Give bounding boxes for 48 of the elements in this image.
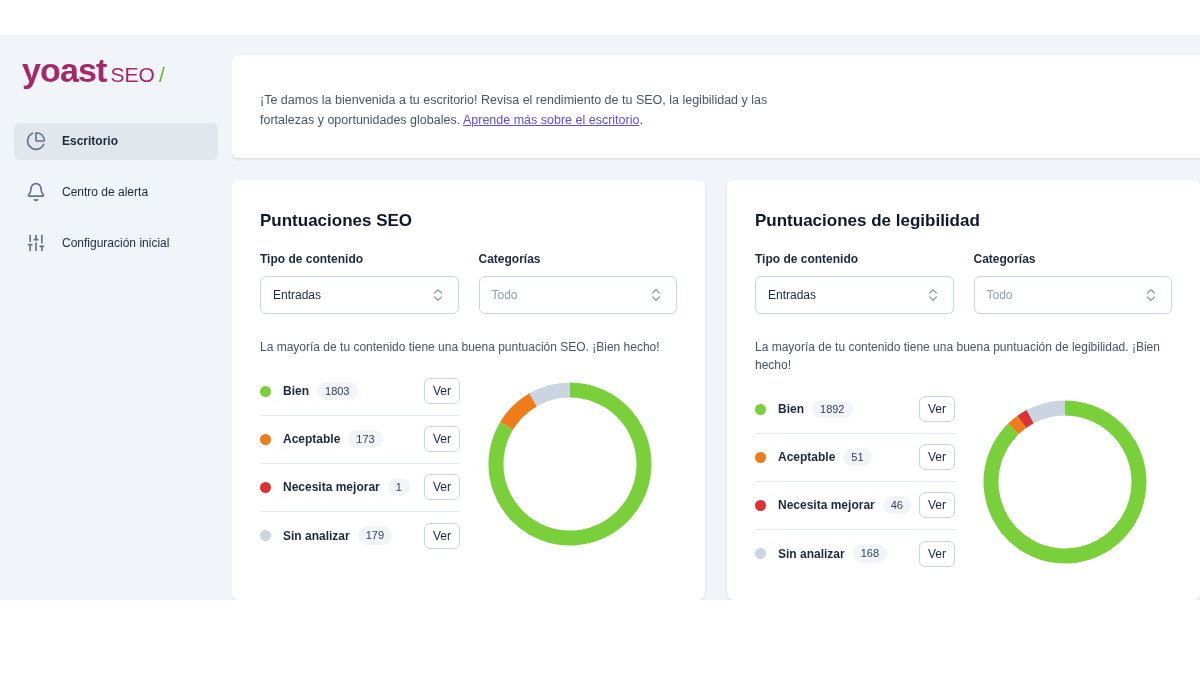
field-label: Tipo de contenido	[260, 250, 365, 268]
view-button[interactable]: Ver	[919, 396, 955, 422]
score-message: La mayoría de tu contenido tiene una buena puntuación de legibilidad. ¡Bien hecho!	[755, 338, 1161, 374]
logo-slash: /	[158, 62, 165, 88]
score-label: Aceptable	[283, 431, 341, 448]
select-field[interactable]: Entradas	[260, 275, 459, 314]
welcome-text: ¡Te damos la bienvenida a tu escritorio! Revisa el rendimiento de tu SEO, la legibilidad y las fortalezas y oportunidades globales. Aprende más sobre el escritorio.	[260, 92, 769, 129]
select-placeholder: Todo	[491, 286, 518, 304]
card-title: Puntuaciones de legibilidad	[755, 210, 981, 232]
field-label: Categorías	[973, 250, 1037, 268]
count-badge: 173	[348, 429, 383, 449]
score-label: Necesita mejorar	[778, 497, 875, 514]
select-value: Entradas	[273, 286, 322, 304]
logo-wordmark: yoast	[22, 53, 107, 87]
field-label: Tipo de contenido	[755, 250, 860, 268]
field-label: Categorías	[478, 250, 542, 268]
count-badge: 46	[882, 495, 911, 515]
count-badge: 51	[843, 447, 872, 467]
sidebar-item[interactable]: Escritorio	[14, 122, 218, 160]
sliders-icon	[26, 233, 46, 253]
select-field[interactable]: Entradas	[755, 275, 954, 314]
count-badge: 168	[852, 544, 888, 563]
sidebar-item[interactable]: Centro de alerta	[14, 173, 218, 211]
score-label: Sin analizar	[778, 545, 845, 563]
count-badge: 1892	[812, 399, 853, 419]
view-button[interactable]: Ver	[424, 426, 460, 452]
logo-product: SEO	[110, 62, 155, 88]
card-title: Puntuaciones SEO	[260, 210, 414, 232]
select-value: Entradas	[768, 286, 817, 304]
select-placeholder: Todo	[986, 286, 1013, 304]
bell-icon	[26, 182, 46, 202]
view-button[interactable]: Ver	[919, 492, 955, 518]
view-button[interactable]: Ver	[424, 378, 460, 404]
pie-chart-icon	[26, 131, 46, 151]
score-label: Necesita mejorar	[283, 479, 380, 496]
count-badge: 179	[357, 526, 393, 545]
score-label: Bien	[283, 383, 309, 400]
score-label: Bien	[778, 401, 804, 418]
score-label: Aceptable	[778, 449, 836, 466]
view-button[interactable]: Ver	[424, 474, 460, 500]
count-badge: 1	[387, 477, 410, 497]
score-label: Sin analizar	[283, 527, 350, 545]
count-badge: 1803	[317, 381, 358, 401]
sidebar-item[interactable]: Configuración inicial	[14, 224, 218, 262]
view-button[interactable]: Ver	[919, 540, 955, 567]
score-message: La mayoría de tu contenido tiene una buena puntuación SEO. ¡Bien hecho!	[260, 338, 661, 356]
view-button[interactable]: Ver	[919, 444, 955, 470]
view-button[interactable]: Ver	[424, 522, 460, 549]
